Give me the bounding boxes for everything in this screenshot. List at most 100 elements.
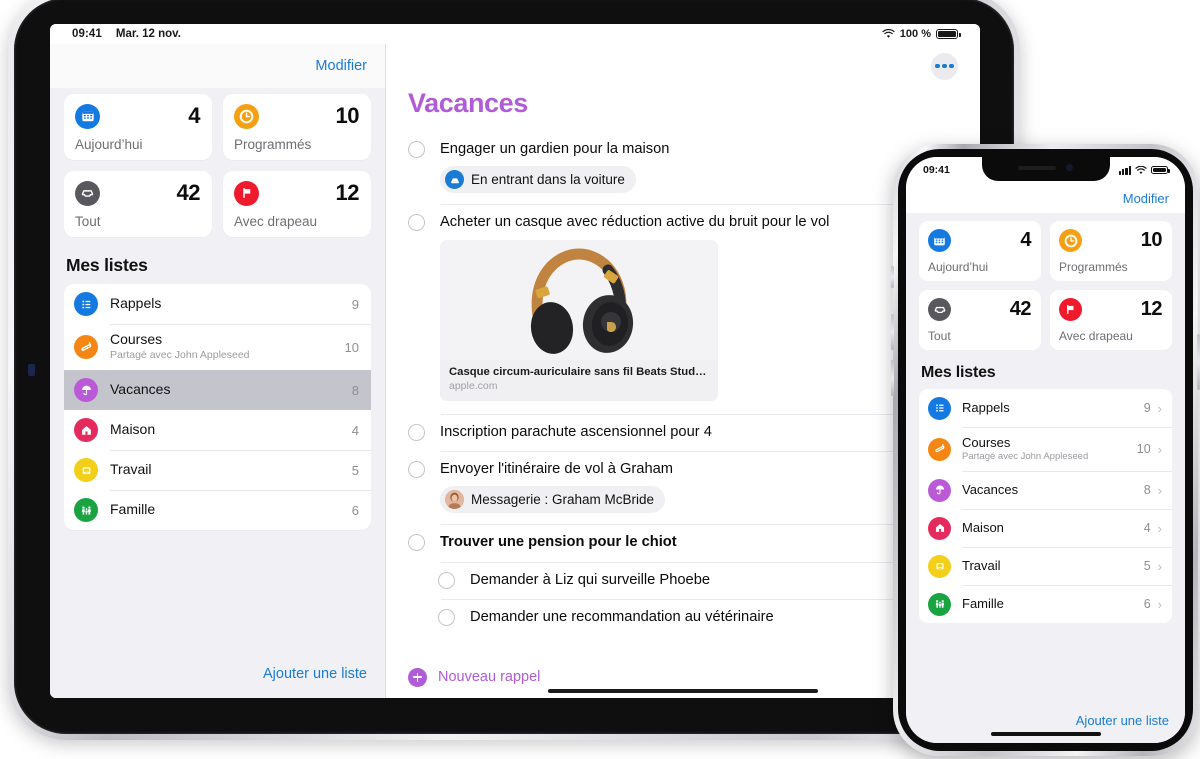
reminder-text: Trouver une pension pour le chiot <box>440 534 677 551</box>
list-item-rappels[interactable]: Rappels 9 › <box>919 389 1172 427</box>
iphone-volume-down-button[interactable] <box>891 360 894 396</box>
chevron-right-icon: › <box>1157 482 1162 498</box>
briefcase-icon <box>74 458 98 482</box>
smart-list-label: Tout <box>75 214 101 229</box>
smart-list-all[interactable]: 42 Tout <box>919 290 1041 350</box>
reminder-row[interactable]: Trouver une pension pour le chiot <box>408 524 980 561</box>
reminder-checkbox[interactable] <box>408 214 425 232</box>
list-bullet-icon <box>74 292 98 316</box>
iphone-screen: 09:41 Modifier 4 Aujourd’hui 10 Programm… <box>906 157 1185 743</box>
reminder-checkbox[interactable] <box>408 424 425 442</box>
plus-icon[interactable] <box>408 667 427 687</box>
sidebar-item-rappels[interactable]: Rappels 9 <box>64 284 371 324</box>
list-count: 6 <box>351 502 359 518</box>
link-card-title: Casque circum-auriculaire sans fil Beats… <box>449 366 709 379</box>
list-count: 10 <box>1136 442 1151 456</box>
list-name: Courses <box>110 331 163 348</box>
smart-list-flagged[interactable]: 12 Avec drapeau <box>1050 290 1172 350</box>
iphone-volume-up-button[interactable] <box>891 314 894 350</box>
sidebar-footer: Ajouter une liste <box>50 650 385 698</box>
person-avatar <box>445 490 464 510</box>
reminder-row[interactable]: Demander une recommandation au vétérinai… <box>408 598 980 636</box>
smart-list-count: 42 <box>1009 298 1032 320</box>
iphone-navbar: Modifier <box>906 183 1185 213</box>
chevron-right-icon: › <box>1157 400 1162 416</box>
reminder-checkbox[interactable] <box>408 461 425 479</box>
sidebar: Modifier 4 Aujourd’hui 10 Programmés 42 … <box>50 44 386 698</box>
reminder-person-badge[interactable]: Messagerie : Graham McBride <box>440 486 666 514</box>
list-name: Rappels <box>962 399 1010 415</box>
list-item-vacances[interactable]: Vacances 8 › <box>919 471 1172 509</box>
sidebar-item-courses[interactable]: Courses Partagé avec John Appleseed 10 <box>64 324 371 370</box>
iphone-device: 09:41 Modifier 4 Aujourd’hui 10 Programm… <box>891 144 1200 756</box>
battery-icon <box>1151 165 1170 175</box>
reminder-checkbox[interactable] <box>408 141 425 158</box>
sidebar-item-maison[interactable]: Maison 4 <box>64 410 371 450</box>
reminder-row[interactable]: Engager un gardien pour la maison En ent… <box>408 131 960 204</box>
ipad-split-view: Modifier 4 Aujourd’hui 10 Programmés 42 … <box>50 44 980 698</box>
list-item-courses[interactable]: Courses Partagé avec John Appleseed 10 › <box>919 427 1172 471</box>
sidebar-item-travail[interactable]: Travail 5 <box>64 450 371 490</box>
iphone-content: 4 Aujourd’hui 10 Programmés 42 Tout 12 A… <box>906 213 1185 697</box>
reminder-row[interactable]: Demander à Liz qui surveille Phoebe <box>408 561 980 599</box>
chevron-right-icon: › <box>1157 596 1162 612</box>
reminder-checkbox[interactable] <box>408 534 425 552</box>
add-list-button[interactable]: Ajouter une liste <box>1076 713 1169 728</box>
smart-list-scheduled[interactable]: 10 Programmés <box>1050 221 1172 281</box>
reminder-row[interactable]: Envoyer l'itinéraire de vol à Graham Mes… <box>408 451 980 524</box>
list-count: 4 <box>351 422 359 438</box>
reminder-checkbox[interactable] <box>438 608 455 626</box>
list-item-maison[interactable]: Maison 4 › <box>919 509 1172 547</box>
house-icon <box>74 418 98 442</box>
list-subtitle: Partagé avec John Appleseed <box>962 450 1089 462</box>
earpiece-speaker <box>1018 165 1056 170</box>
reminder-checkbox[interactable] <box>438 571 455 589</box>
my-lists-header: Mes listes <box>66 255 148 275</box>
reminder-text: Envoyer l'itinéraire de vol à Graham <box>440 461 674 478</box>
reminder-row[interactable]: Inscription parachute ascensionnel pour … <box>408 414 980 451</box>
calendar-icon <box>75 103 100 129</box>
smart-list-count: 4 <box>1020 229 1031 251</box>
smart-list-count: 10 <box>1140 229 1163 251</box>
reminder-link-card[interactable]: Casque circum-auriculaire sans fil Beats… <box>440 240 718 402</box>
smart-list-flagged[interactable]: 12 Avec drapeau <box>223 171 371 237</box>
list-name: Travail <box>962 557 1001 573</box>
add-list-button[interactable]: Ajouter une liste <box>263 666 367 682</box>
carrot-icon <box>74 335 98 359</box>
list-item-famille[interactable]: Famille 6 › <box>919 585 1172 623</box>
reminder-row[interactable]: Acheter un casque avec réduction active … <box>408 204 980 414</box>
umbrella-icon <box>928 478 951 502</box>
sidebar-item-vacances[interactable]: Vacances 8 <box>64 370 371 410</box>
reminder-location-badge[interactable]: En entrant dans la voiture <box>440 166 636 194</box>
more-options-icon[interactable] <box>931 52 958 80</box>
link-card-domain: apple.com <box>449 380 498 393</box>
smart-list-all[interactable]: 42 Tout <box>64 171 212 237</box>
status-time: 09:41 <box>72 28 102 40</box>
ipad-device: 09:41 Mar. 12 nov. 100 % Modifier 4 Aujo… <box>8 0 1020 740</box>
carrot-icon <box>928 437 951 461</box>
edit-button[interactable]: Modifier <box>315 58 367 74</box>
edit-button[interactable]: Modifier <box>1123 191 1169 206</box>
ipad-screen: 09:41 Mar. 12 nov. 100 % Modifier 4 Aujo… <box>50 24 980 698</box>
car-icon <box>445 170 464 190</box>
chevron-right-icon: › <box>1157 520 1162 536</box>
my-lists-card: Rappels 9 › Courses Partagé avec John Ap… <box>919 389 1172 623</box>
status-time: 09:41 <box>923 164 950 176</box>
smart-list-label: Tout <box>928 329 951 343</box>
list-item-travail[interactable]: Travail 5 › <box>919 547 1172 585</box>
sidebar-item-famille[interactable]: Famille 6 <box>64 490 371 530</box>
smart-list-count: 12 <box>1140 298 1163 320</box>
reminder-text: Inscription parachute ascensionnel pour … <box>440 424 712 441</box>
list-count: 8 <box>1143 483 1151 497</box>
smart-list-today[interactable]: 4 Aujourd’hui <box>919 221 1041 281</box>
smart-list-label: Aujourd’hui <box>75 137 143 152</box>
badge-label: En entrant dans la voiture <box>471 172 625 188</box>
smart-list-scheduled[interactable]: 10 Programmés <box>223 94 371 160</box>
list-count: 9 <box>1143 401 1151 415</box>
iphone-mute-switch[interactable] <box>891 266 894 288</box>
smart-list-today[interactable]: 4 Aujourd’hui <box>64 94 212 160</box>
front-camera <box>1066 164 1073 171</box>
chevron-right-icon: › <box>1157 558 1162 574</box>
briefcase-icon <box>928 554 951 578</box>
list-name: Maison <box>110 421 156 438</box>
